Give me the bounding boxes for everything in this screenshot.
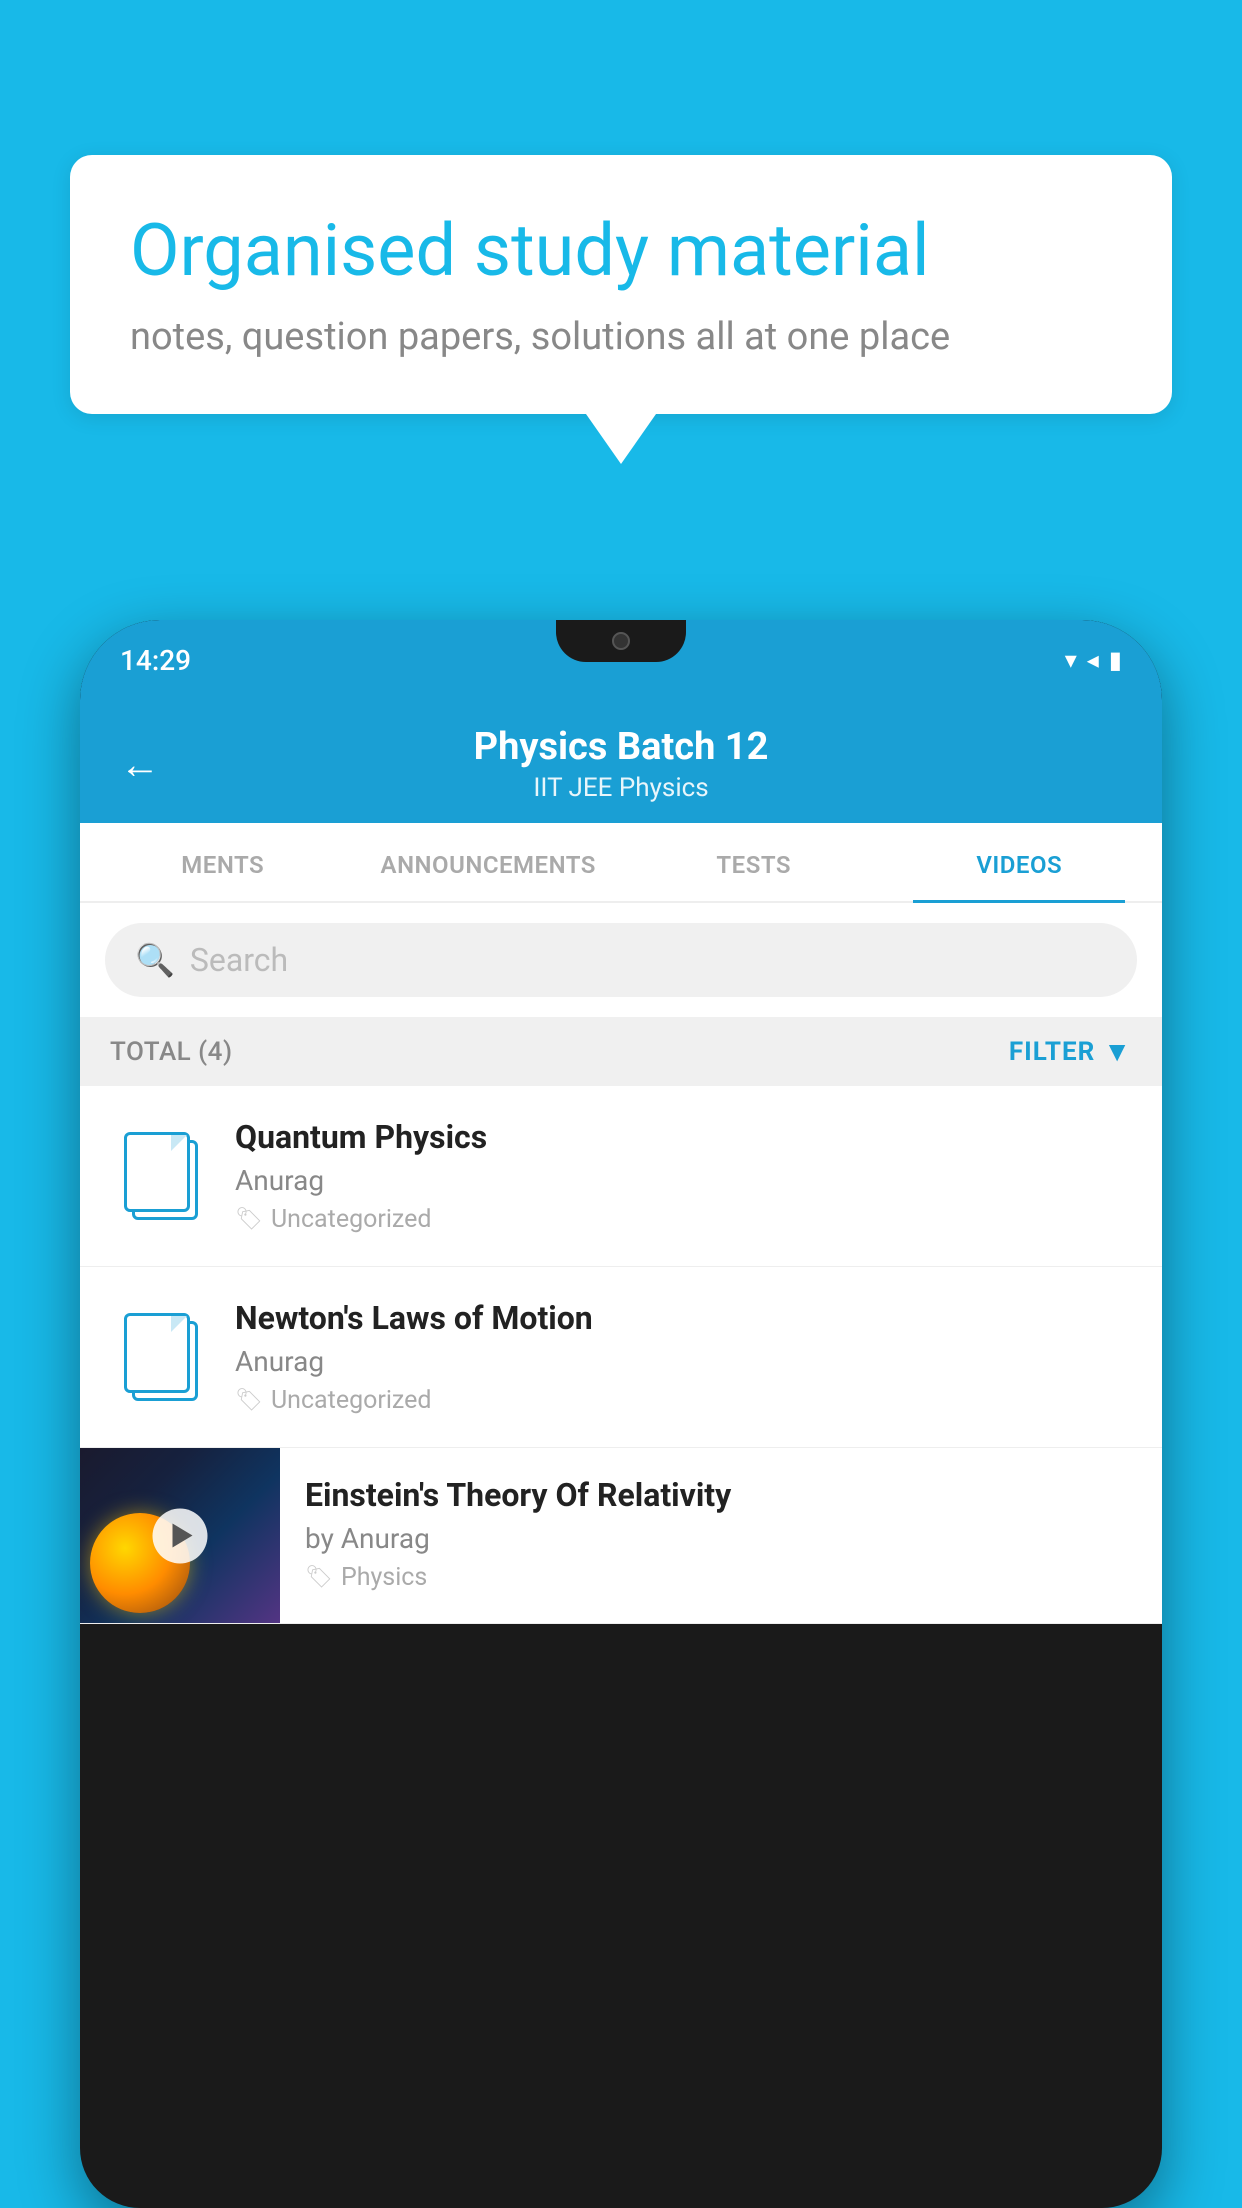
video-tag: 🏷 Uncategorized [235, 1386, 1132, 1415]
tag-icon: 🏷 [305, 1565, 333, 1590]
video-tag: 🏷 Uncategorized [235, 1205, 1132, 1234]
app-header: ← Physics Batch 12 IIT JEE Physics [80, 700, 1162, 823]
tab-bar: MENTS ANNOUNCEMENTS TESTS VIDEOS [80, 823, 1162, 903]
tag-text: Physics [341, 1563, 427, 1592]
total-count: TOTAL (4) [110, 1037, 233, 1067]
video-list: Quantum Physics Anurag 🏷 Uncategorized [80, 1086, 1162, 1624]
search-icon: 🔍 [135, 941, 175, 979]
play-icon [172, 1524, 192, 1548]
header-title-block: Physics Batch 12 IIT JEE Physics [185, 725, 1057, 803]
phone-screen: 14:29 ▾ ◂ ▮ ← Physics Batch 12 IIT JEE P… [80, 620, 1162, 2208]
batch-title: Physics Batch 12 [185, 725, 1057, 769]
video-author: by Anurag [305, 1522, 1137, 1555]
tab-ments[interactable]: MENTS [90, 823, 356, 901]
camera [612, 632, 630, 650]
speech-bubble-title: Organised study material [130, 210, 1112, 293]
search-bar[interactable]: 🔍 Search [105, 923, 1137, 997]
video-tag: 🏷 Physics [305, 1563, 1137, 1592]
video-title: Newton's Laws of Motion [235, 1299, 1132, 1337]
doc-fold [171, 1135, 187, 1151]
search-input[interactable]: Search [190, 941, 288, 979]
speech-bubble-card: Organised study material notes, question… [70, 155, 1172, 414]
video-info: Quantum Physics Anurag 🏷 Uncategorized [235, 1118, 1132, 1234]
status-icons: ▾ ◂ ▮ [1065, 646, 1122, 674]
doc-icon-wrapper [110, 1302, 210, 1412]
document-icon [124, 1313, 196, 1401]
doc-icon-wrapper [110, 1121, 210, 1231]
wifi-icon: ▾ [1065, 646, 1077, 674]
filter-bar: TOTAL (4) FILTER ▼ [80, 1017, 1162, 1086]
list-item[interactable]: Einstein's Theory Of Relativity by Anura… [80, 1448, 1162, 1624]
video-info: Einstein's Theory Of Relativity by Anura… [280, 1448, 1162, 1620]
status-time: 14:29 [120, 644, 191, 677]
signal-icon: ◂ [1087, 646, 1099, 674]
video-thumbnail [80, 1448, 280, 1623]
tag-text: Uncategorized [271, 1205, 432, 1234]
back-button[interactable]: ← [120, 741, 160, 788]
tab-videos[interactable]: VIDEOS [887, 823, 1153, 901]
status-bar: 14:29 ▾ ◂ ▮ [80, 620, 1162, 700]
search-bar-wrapper: 🔍 Search [80, 903, 1162, 1017]
video-title: Quantum Physics [235, 1118, 1132, 1156]
play-button[interactable] [153, 1508, 208, 1563]
document-icon [124, 1132, 196, 1220]
tab-announcements[interactable]: ANNOUNCEMENTS [356, 823, 622, 901]
tab-tests[interactable]: TESTS [621, 823, 887, 901]
doc-front [124, 1313, 190, 1393]
tag-text: Uncategorized [271, 1386, 432, 1415]
batch-subtitle: IIT JEE Physics [185, 773, 1057, 803]
video-info: Newton's Laws of Motion Anurag 🏷 Uncateg… [235, 1299, 1132, 1415]
speech-bubble-subtitle: notes, question papers, solutions all at… [130, 315, 1112, 359]
filter-label: FILTER [1009, 1037, 1095, 1067]
list-item[interactable]: Newton's Laws of Motion Anurag 🏷 Uncateg… [80, 1267, 1162, 1448]
speech-bubble-arrow [586, 414, 656, 464]
list-item[interactable]: Quantum Physics Anurag 🏷 Uncategorized [80, 1086, 1162, 1267]
phone-frame: 14:29 ▾ ◂ ▮ ← Physics Batch 12 IIT JEE P… [80, 620, 1162, 2208]
video-title: Einstein's Theory Of Relativity [305, 1476, 1137, 1514]
filter-icon: ▼ [1103, 1035, 1132, 1068]
filter-button[interactable]: FILTER ▼ [1009, 1035, 1132, 1068]
video-author: Anurag [235, 1345, 1132, 1378]
tag-icon: 🏷 [235, 1207, 263, 1232]
tag-icon: 🏷 [235, 1388, 263, 1413]
speech-bubble-section: Organised study material notes, question… [70, 155, 1172, 464]
phone-notch [556, 620, 686, 662]
doc-front [124, 1132, 190, 1212]
doc-fold [171, 1316, 187, 1332]
video-author: Anurag [235, 1164, 1132, 1197]
battery-icon: ▮ [1109, 646, 1122, 674]
